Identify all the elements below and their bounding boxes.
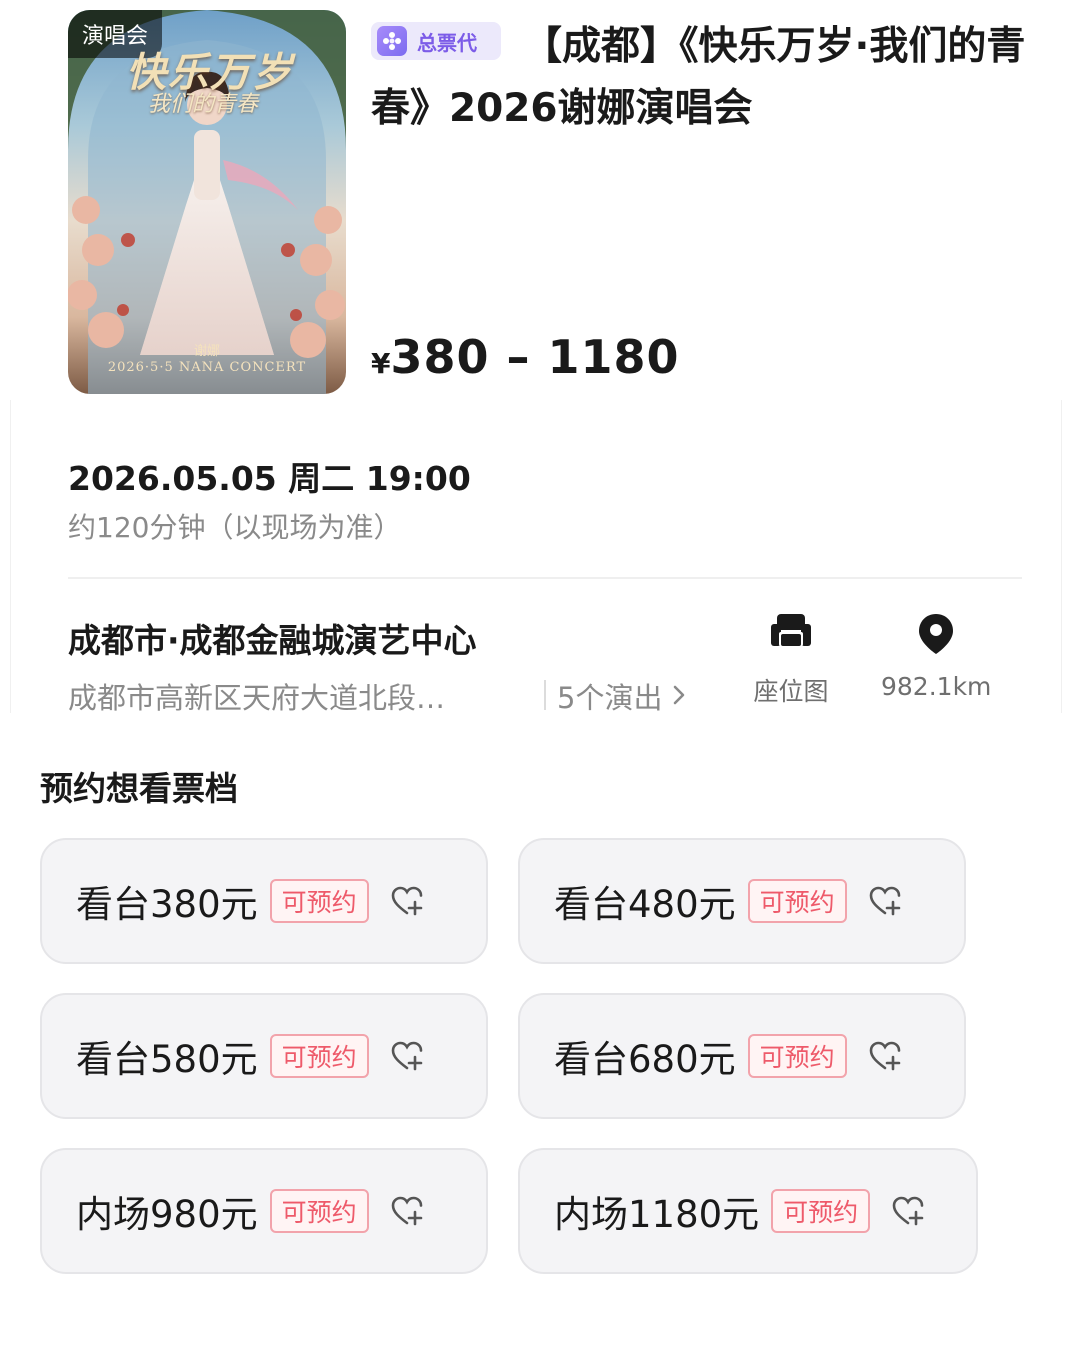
sparkle-icon — [377, 26, 407, 56]
seat-map-button[interactable]: 座位图 — [746, 612, 836, 708]
tier-status-badge: 可预约 — [269, 1189, 369, 1233]
tier-status-badge: 可预约 — [771, 1189, 871, 1233]
tiers-section-title: 预约想看票档 — [40, 769, 238, 808]
tier-label: 看台580元 — [76, 1038, 258, 1081]
tier-card[interactable]: 看台480元 可预约 — [518, 838, 966, 964]
poster-artist: 谢娜 — [193, 344, 220, 359]
address-separator — [544, 680, 546, 710]
price-amount: 380 – 1180 — [390, 330, 680, 384]
heart-plus-icon[interactable] — [389, 1038, 425, 1074]
event-duration: 约120分钟（以现场为准） — [68, 511, 402, 544]
heart-plus-icon[interactable] — [867, 883, 903, 919]
tier-label: 看台380元 — [76, 883, 258, 926]
navigate-button[interactable]: 982.1km — [881, 612, 991, 701]
price-currency: ¥ — [371, 347, 391, 380]
event-header: 演唱会 快乐万岁 我们的青春 谢娜 2026·5·5 NANA CONCERT … — [0, 0, 1070, 400]
agent-badge-label: 总票代 — [417, 30, 477, 55]
tier-label: 内场980元 — [76, 1193, 258, 1236]
event-datetime: 2026.05.05 周二 19:00 — [68, 459, 471, 498]
poster-concert-line: 2026·5·5 NANA CONCERT — [107, 360, 307, 375]
heart-plus-icon[interactable] — [389, 1193, 425, 1229]
tier-card[interactable]: 看台580元 可预约 — [40, 993, 488, 1119]
poster-subtitle: 我们的青春 — [148, 92, 259, 117]
event-poster[interactable]: 演唱会 快乐万岁 我们的青春 谢娜 2026·5·5 NANA CONCERT — [68, 10, 346, 394]
tier-status-badge: 可预约 — [747, 1034, 847, 1078]
seat-map-label: 座位图 — [753, 677, 829, 706]
tier-card[interactable]: 内场980元 可预约 — [40, 1148, 488, 1274]
tier-card[interactable]: 看台380元 可预约 — [40, 838, 488, 964]
divider — [68, 577, 1022, 579]
event-info-card: 2026.05.05 周二 19:00 约120分钟（以现场为准） 成都市·成都… — [10, 400, 1062, 715]
heart-plus-icon[interactable] — [890, 1193, 926, 1229]
venue-shows-link[interactable]: 5个演出 — [557, 675, 686, 717]
tier-card[interactable]: 内场1180元 可预约 — [518, 1148, 978, 1274]
sofa-icon — [746, 612, 836, 654]
heart-plus-icon[interactable] — [867, 1038, 903, 1074]
tier-label: 看台680元 — [554, 1038, 736, 1081]
tier-label: 看台480元 — [554, 883, 736, 926]
tier-status-badge: 可预约 — [747, 879, 847, 923]
tier-card[interactable]: 看台680元 可预约 — [518, 993, 966, 1119]
distance-label: 982.1km — [881, 672, 992, 701]
heart-plus-icon[interactable] — [389, 883, 425, 919]
venue-address[interactable]: 成都市高新区天府大道北段… — [68, 675, 538, 717]
price-range: ¥380 – 1180 — [371, 330, 680, 384]
chevron-right-icon — [672, 679, 686, 714]
tier-status-badge: 可预约 — [269, 879, 369, 923]
tier-status-badge: 可预约 — [269, 1034, 369, 1078]
venue-name[interactable]: 成都市·成都金融城演艺中心 — [68, 614, 477, 662]
agent-badge: 总票代 — [371, 22, 501, 60]
location-pin-icon — [881, 612, 991, 654]
tier-label: 内场1180元 — [554, 1193, 760, 1236]
venue-shows-label: 5个演出 — [557, 681, 663, 715]
